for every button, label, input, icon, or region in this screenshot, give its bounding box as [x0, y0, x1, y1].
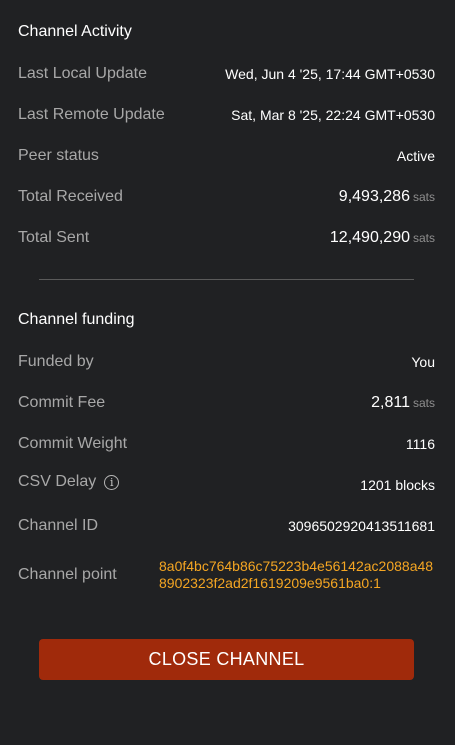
funded-by-value: You [411, 354, 435, 370]
info-icon[interactable]: i [104, 474, 120, 490]
csv-delay-label: CSV Delay [18, 473, 97, 490]
channel-id-value[interactable]: 3096502920413511681 [288, 518, 435, 534]
csv-delay-row: CSV Delay i 1201 blocks [18, 470, 435, 494]
last-remote-update-value: Sat, Mar 8 '25, 22:24 GMT+0530 [231, 107, 435, 123]
channel-point-label: Channel point [18, 566, 117, 583]
channel-funding-title: Channel funding [18, 311, 135, 328]
total-received-unit: sats [412, 190, 435, 204]
close-channel-button[interactable]: CLOSE CHANNEL [39, 639, 414, 680]
last-remote-update-label: Last Remote Update [18, 106, 165, 123]
commit-fee-unit: sats [412, 396, 435, 410]
last-local-update-row: Last Local Update Wed, Jun 4 '25, 17:44 … [18, 62, 435, 86]
channel-id-label: Channel ID [18, 517, 99, 534]
total-sent-amount: 12,490,290 [329, 229, 410, 246]
channel-activity-title: Channel Activity [18, 23, 132, 40]
commit-fee-value: 2,811 sats [371, 394, 435, 412]
total-received-label: Total Received [18, 188, 123, 205]
last-local-update-value: Wed, Jun 4 '25, 17:44 GMT+0530 [225, 66, 435, 82]
section-divider [39, 279, 414, 280]
total-received-amount: 9,493,286 [338, 188, 410, 205]
commit-weight-label: Commit Weight [18, 435, 128, 452]
total-sent-unit: sats [412, 231, 435, 245]
total-received-row: Total Received 9,493,286 sats [18, 185, 435, 209]
funded-by-row: Funded by You [18, 350, 435, 374]
csv-delay-value: 1201 blocks [360, 477, 435, 493]
commit-weight-value: 1116 [405, 436, 435, 452]
peer-status-label: Peer status [18, 147, 99, 164]
total-received-value: 9,493,286 sats [339, 188, 435, 206]
funded-by-label: Funded by [18, 353, 94, 370]
last-local-update-label: Last Local Update [18, 65, 147, 82]
commit-fee-label: Commit Fee [18, 394, 106, 411]
channel-point-row: Channel point 8a0f4bc764b86c75223b4e5614… [18, 558, 435, 592]
channel-id-row: Channel ID 3096502920413511681 [18, 514, 435, 538]
peer-status-value: Active [396, 148, 435, 164]
peer-status-row: Peer status Active [18, 144, 435, 168]
commit-fee-row: Commit Fee 2,811 sats [18, 391, 435, 415]
total-sent-row: Total Sent 12,490,290 sats [18, 226, 435, 250]
commit-weight-row: Commit Weight 1116 [18, 432, 435, 456]
csv-delay-label-group: CSV Delay i [18, 473, 120, 491]
total-sent-value: 12,490,290 sats [330, 229, 435, 247]
last-remote-update-row: Last Remote Update Sat, Mar 8 '25, 22:24… [18, 103, 435, 127]
total-sent-label: Total Sent [18, 229, 90, 246]
commit-fee-amount: 2,811 [371, 394, 410, 411]
channel-point-value[interactable]: 8a0f4bc764b86c75223b4e56142ac2088a488902… [159, 558, 435, 592]
